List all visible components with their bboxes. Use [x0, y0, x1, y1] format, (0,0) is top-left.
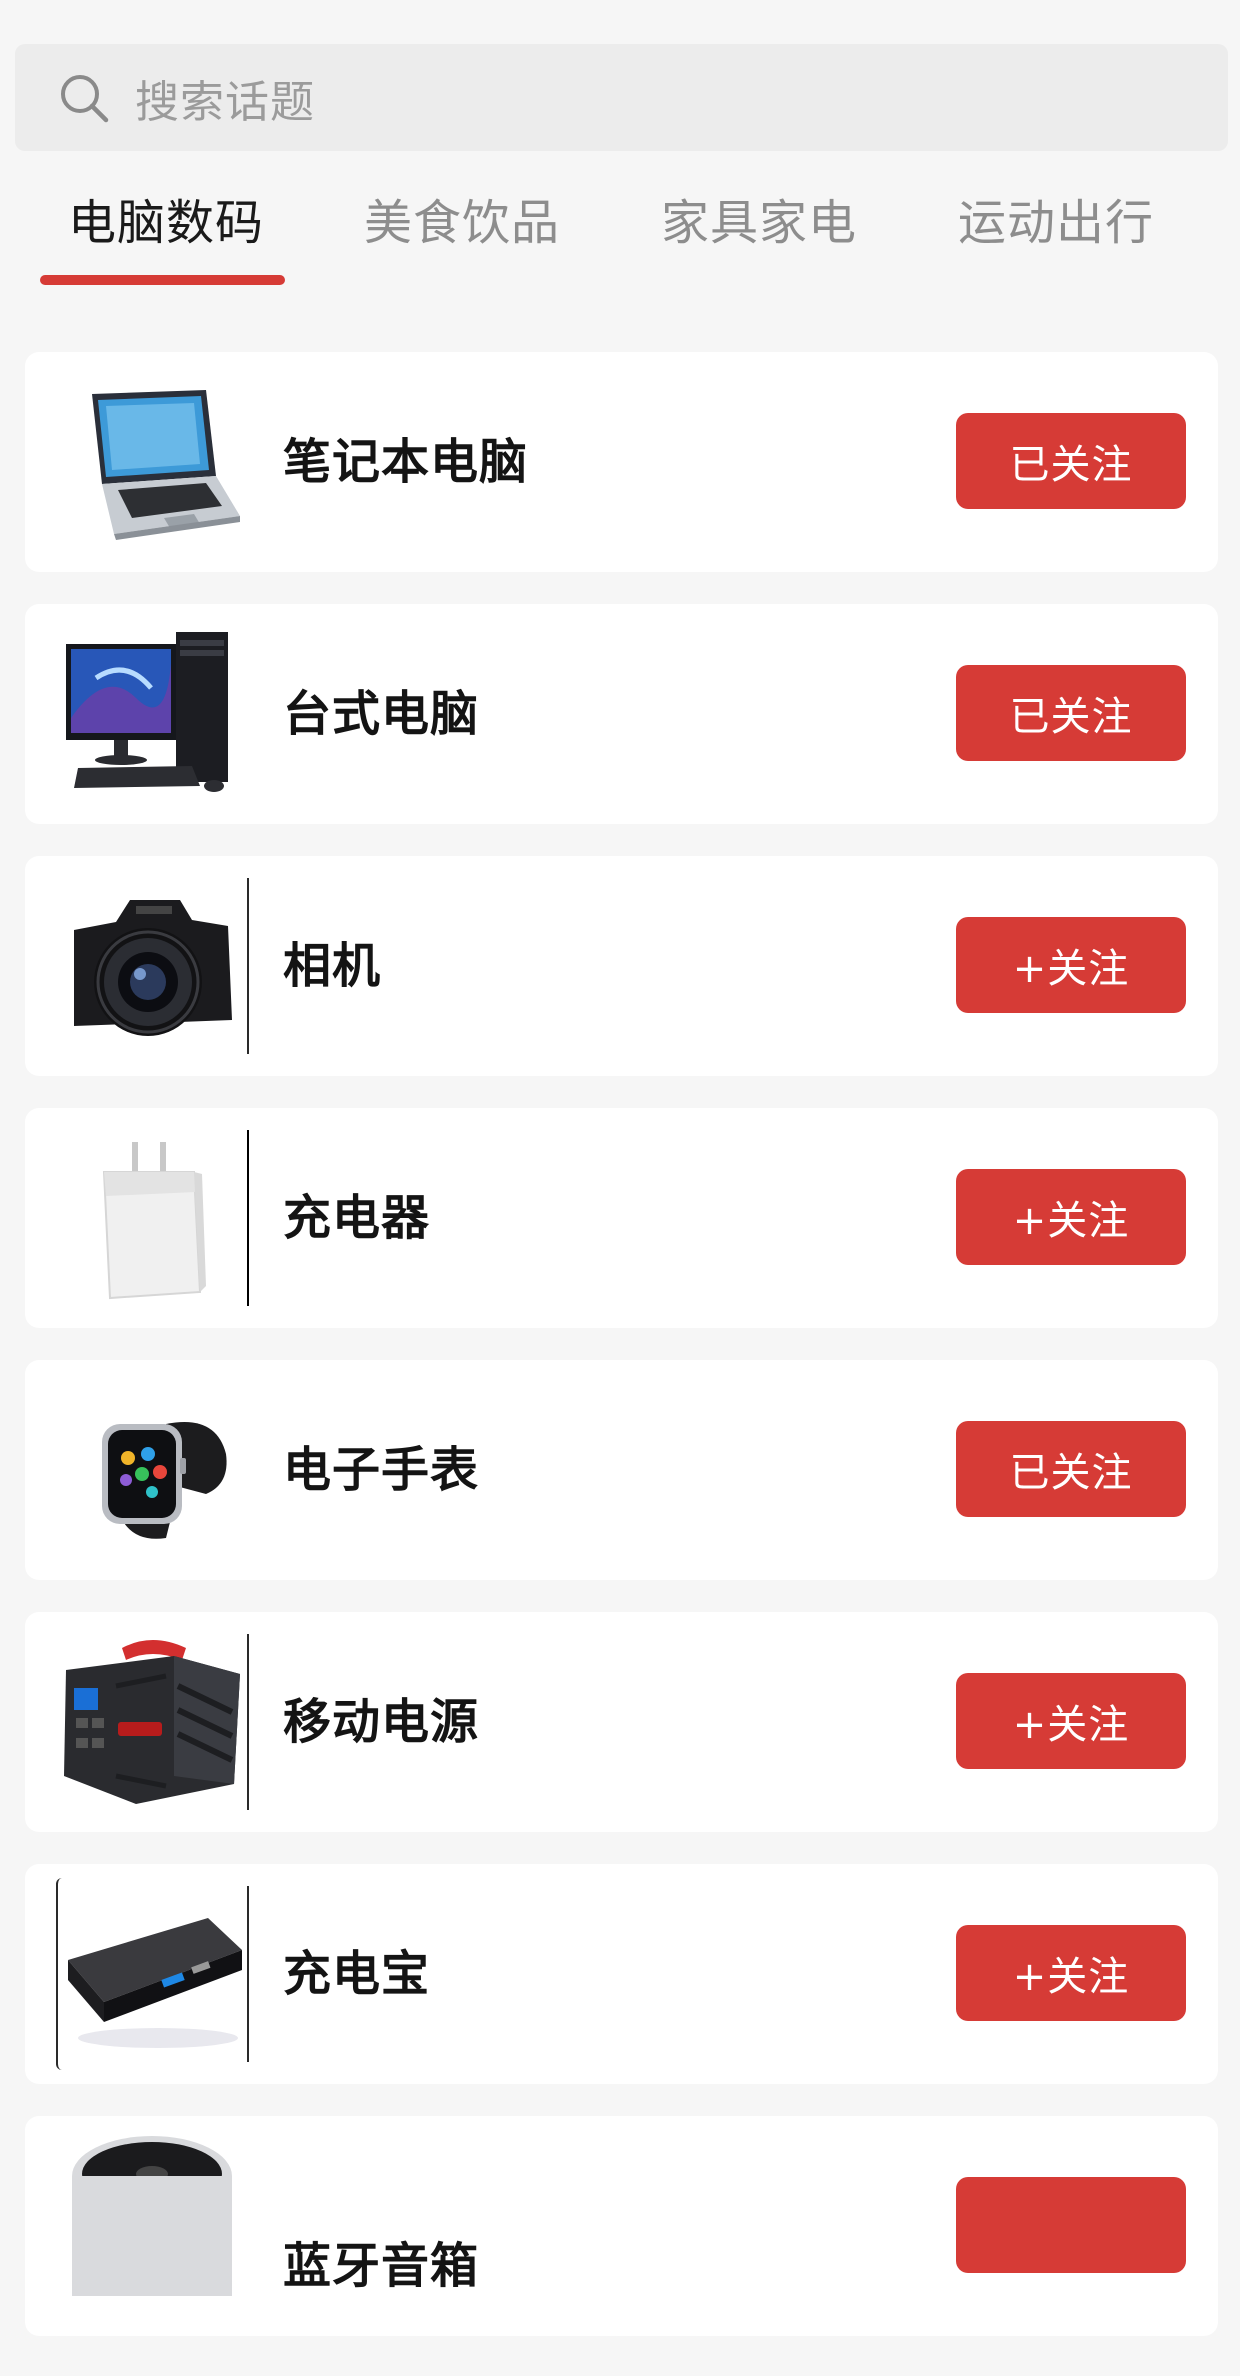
image-divider	[247, 1886, 249, 2062]
tab-food-drinks[interactable]: 美食饮品	[364, 180, 560, 266]
follow-button[interactable]: +关注	[956, 1673, 1186, 1769]
list-item[interactable]: 充电器 +关注	[25, 1108, 1218, 1328]
follow-button[interactable]	[956, 2177, 1186, 2273]
follow-button[interactable]: +关注	[956, 1169, 1186, 1265]
followed-button[interactable]: 已关注	[956, 413, 1186, 509]
desktop-computer-image	[56, 618, 248, 810]
category-tabs: 电脑数码 美食饮品 家具家电 运动出行	[0, 180, 1240, 290]
tab-furniture-appliances[interactable]: 家具家电	[661, 180, 857, 266]
item-title: 充电宝	[283, 1946, 431, 2002]
image-divider	[247, 1130, 249, 1306]
item-title: 笔记本电脑	[283, 434, 529, 490]
portable-power-station-image	[56, 1626, 248, 1818]
follow-button[interactable]: +关注	[956, 917, 1186, 1013]
search-icon	[55, 69, 113, 127]
item-title: 相机	[283, 938, 382, 994]
item-title: 移动电源	[283, 1694, 480, 1750]
list-item[interactable]: 台式电脑 已关注	[25, 604, 1218, 824]
item-title: 充电器	[283, 1190, 431, 1246]
list-item[interactable]: 移动电源 +关注	[25, 1612, 1218, 1832]
item-title: 蓝牙音箱	[283, 2238, 480, 2294]
list-item[interactable]: 蓝牙音箱	[25, 2116, 1218, 2336]
image-divider	[247, 1634, 249, 1810]
list-item[interactable]: 相机 +关注	[25, 856, 1218, 1076]
search-bar[interactable]: 搜索话题	[15, 44, 1228, 151]
smartwatch-image	[56, 1374, 248, 1566]
search-input[interactable]: 搜索话题	[135, 66, 315, 130]
list-item[interactable]: 充电宝 +关注	[25, 1864, 1218, 2084]
charger-image	[56, 1122, 248, 1314]
image-divider	[247, 878, 249, 1054]
item-title: 电子手表	[283, 1442, 480, 1498]
follow-button[interactable]: +关注	[956, 1925, 1186, 2021]
followed-button[interactable]: 已关注	[956, 665, 1186, 761]
speaker-image	[56, 2130, 248, 2322]
item-title: 台式电脑	[283, 686, 480, 742]
tab-sports-travel[interactable]: 运动出行	[958, 180, 1154, 266]
camera-image	[56, 870, 248, 1062]
tab-computer-digital[interactable]: 电脑数码	[68, 180, 264, 266]
active-tab-indicator	[40, 275, 285, 285]
power-bank-image	[56, 1878, 248, 2070]
list-item[interactable]: 笔记本电脑 已关注	[25, 352, 1218, 572]
laptop-image	[56, 366, 248, 558]
followed-button[interactable]: 已关注	[956, 1421, 1186, 1517]
list-item[interactable]: 电子手表 已关注	[25, 1360, 1218, 1580]
